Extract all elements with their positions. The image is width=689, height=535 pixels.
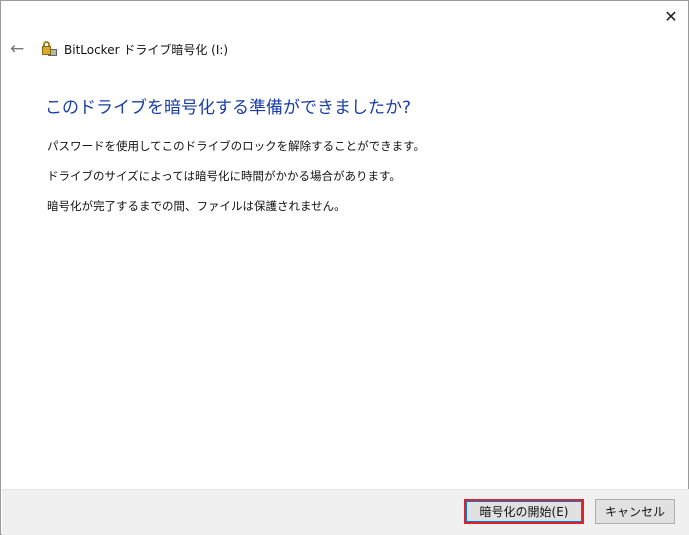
start-encryption-button[interactable]: 暗号化の開始(E) xyxy=(464,499,584,524)
window-title: BitLocker ドライブ暗号化 (I:) xyxy=(64,43,229,57)
footer-bar xyxy=(2,489,689,535)
page-heading: このドライブを暗号化する準備ができましたか? xyxy=(45,98,412,118)
bitlocker-icon xyxy=(41,41,57,57)
info-text: ドライブのサイズによっては暗号化に時間がかかる場合があります。 xyxy=(47,169,401,183)
bitlocker-window: ✕ ← BitLocker ドライブ暗号化 (I:) このドライブを暗号化する準… xyxy=(0,0,689,535)
info-text: 暗号化が完了するまでの間、ファイルは保護されません。 xyxy=(47,199,346,213)
close-button[interactable]: ✕ xyxy=(659,7,683,27)
cancel-button[interactable]: キャンセル xyxy=(595,499,675,524)
info-text: パスワードを使用してこのドライブのロックを解除することができます。 xyxy=(47,139,426,153)
back-arrow-icon[interactable]: ← xyxy=(10,39,24,59)
